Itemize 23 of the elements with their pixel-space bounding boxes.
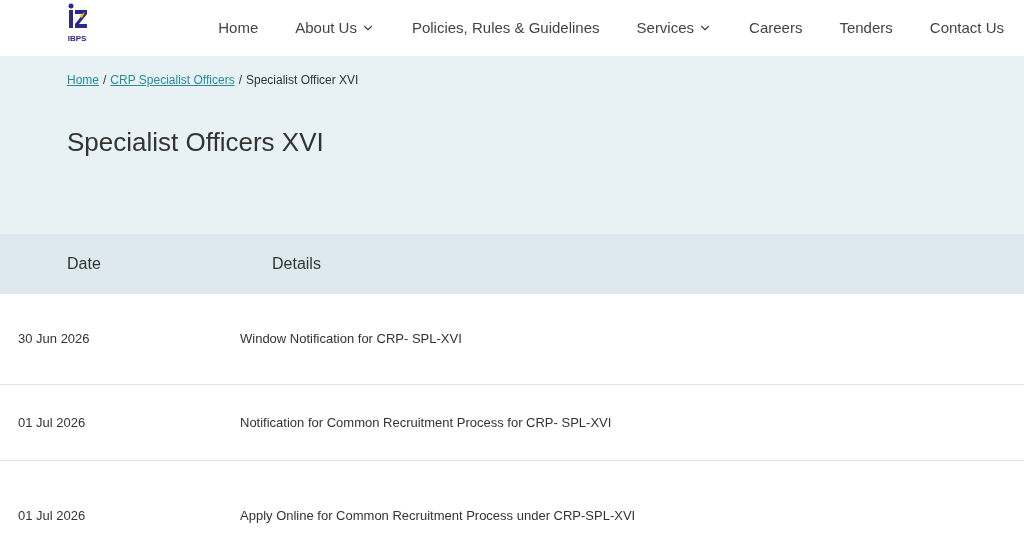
date-cell-text: 01 Jul 2026: [18, 413, 87, 432]
nav-link[interactable]: Services: [636, 16, 713, 40]
details-cell-text: Apply Online for Common Recruitment Process under CRP-SPL-XVI: [240, 506, 636, 525]
breadcrumb-link[interactable]: Home: [67, 71, 99, 89]
nav-link[interactable]: Tenders: [839, 16, 893, 40]
nav-link[interactable]: About Us: [295, 16, 375, 40]
breadcrumb-link[interactable]: CRP Specialist Officers: [110, 71, 235, 89]
column-header: Date: [67, 254, 102, 274]
date-cell-text: 30 Jun 2026: [18, 330, 91, 349]
page-title: Specialist Officers XVI: [67, 126, 325, 159]
nav-link[interactable]: Contact Us: [929, 16, 1004, 40]
breadcrumb-current: Specialist Officer XVI: [245, 72, 359, 89]
nav-link[interactable]: Policies, Rules & Guidelines: [411, 16, 600, 40]
logo-text: IBPS: [67, 35, 87, 43]
details-cell-text: Notification for Common Recruitment Process for CRP- SPL-XVI: [240, 413, 612, 432]
column-header: Details: [272, 254, 321, 274]
breadcrumb-separator: /: [238, 72, 242, 89]
details-cell-text: Window Notification for CRP- SPL-XVI: [240, 330, 462, 349]
logo[interactable]: IBPS: [62, 3, 92, 53]
nav-link[interactable]: Careers: [749, 16, 803, 40]
date-cell-text: 01 Jul 2026: [18, 506, 87, 525]
breadcrumb-separator: /: [103, 72, 107, 89]
nav-link[interactable]: Home: [218, 16, 259, 40]
